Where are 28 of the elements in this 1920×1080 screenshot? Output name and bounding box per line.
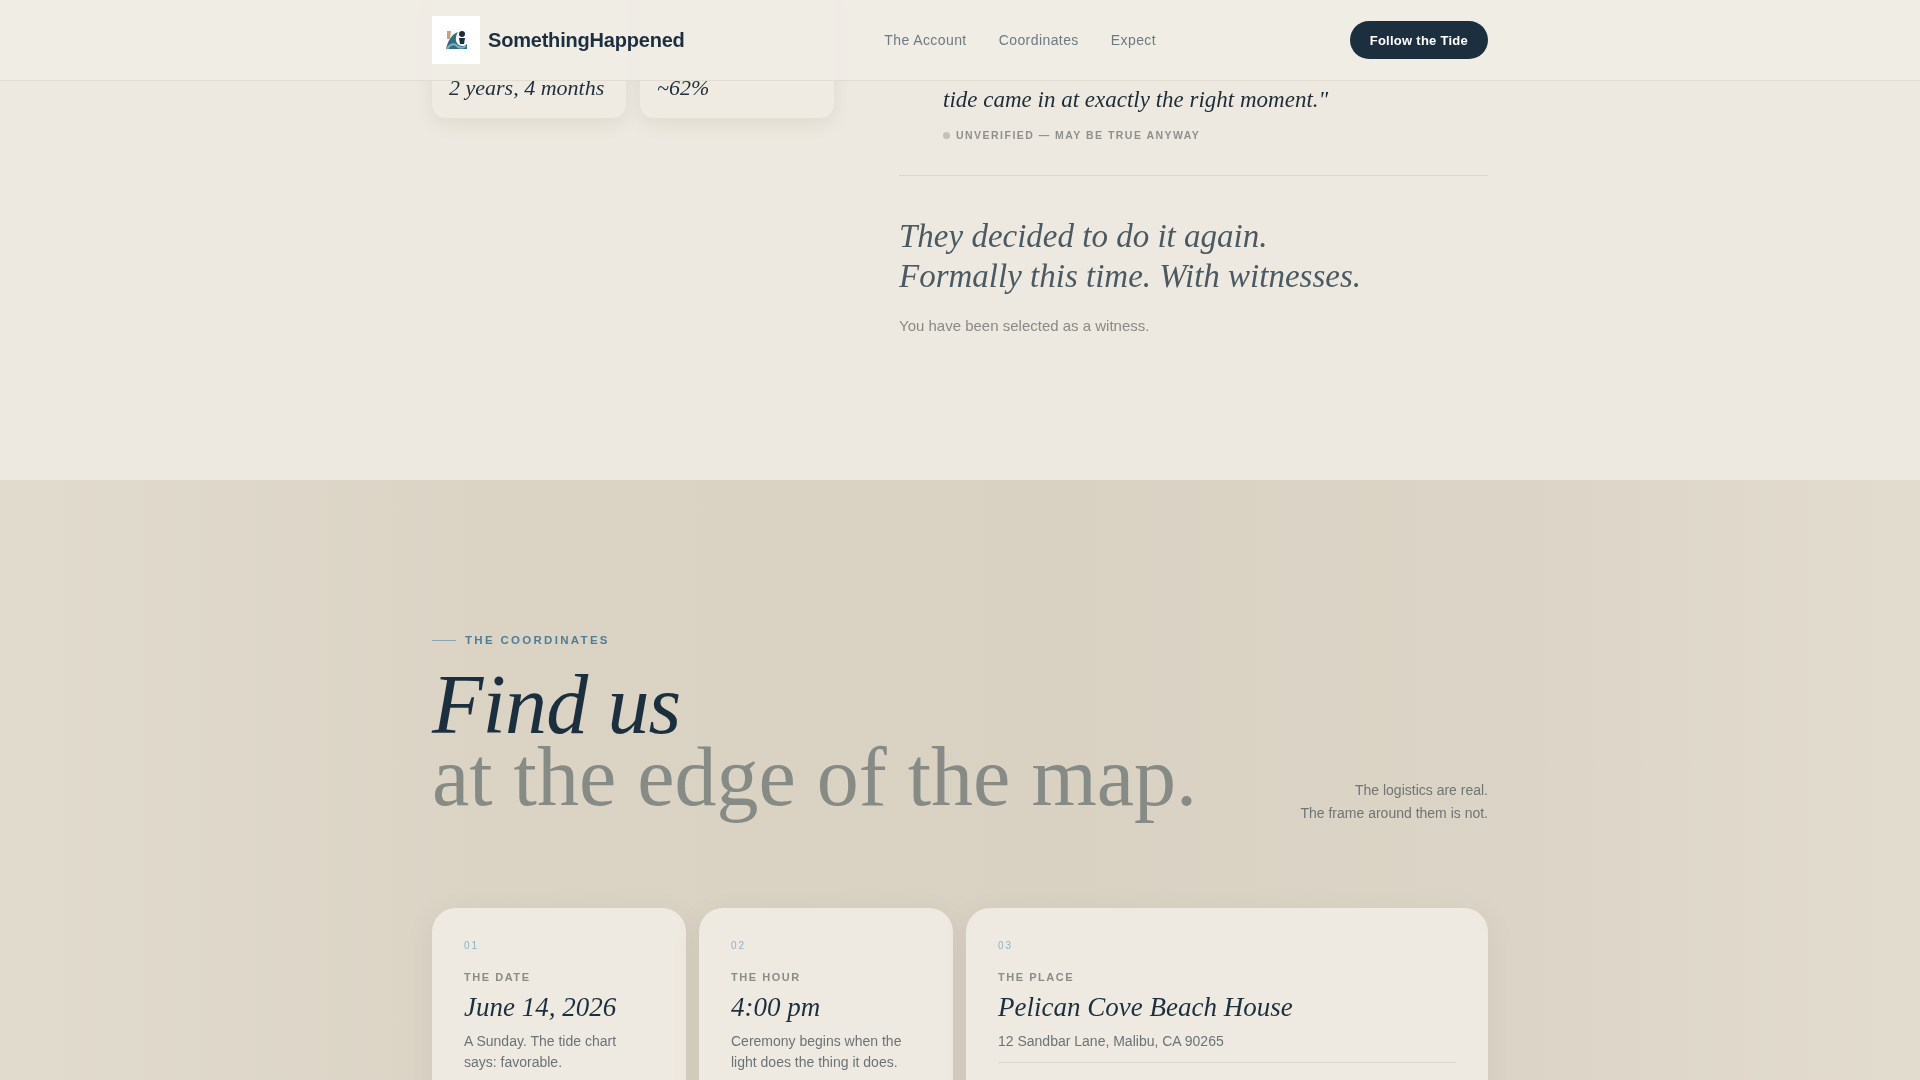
card-title: June 14, 2026	[464, 991, 618, 1023]
card-number: 02	[731, 940, 748, 952]
quote-text: tide came in at exactly the right moment."	[943, 86, 1330, 114]
card-number: 03	[998, 940, 1015, 952]
invitation-heading: They decided to do it again. Formally this time. With witnesses.	[899, 217, 1362, 296]
nav-link[interactable]: Coordinates	[998, 32, 1079, 48]
card-description: 12 Sandbar Lane, Malibu, CA 90265	[998, 1032, 1225, 1051]
card-label: THE DATE	[464, 971, 532, 983]
card-description: A Sunday. The tide chart says: favorable.	[464, 1032, 618, 1072]
follow-button[interactable]: Follow the Tide	[1349, 21, 1488, 59]
wave-logo-icon	[432, 16, 480, 64]
quote-note: UNVERIFIED — MAY BE TRUE ANYWAY	[956, 128, 1201, 142]
nav-link[interactable]: The Account	[884, 32, 967, 48]
section-title: Find us at the edge of the map.	[432, 663, 1199, 825]
section-aside: The logistics are real. The frame around them is not.	[1300, 781, 1488, 823]
card-label: THE HOUR	[731, 971, 802, 983]
stat-value: 2 years, 4 months	[449, 75, 605, 101]
dot-icon	[943, 131, 950, 139]
card-label: THE PLACE	[998, 971, 1076, 983]
section-eyebrow: THE COORDINATES	[465, 633, 610, 647]
brand-name: SomethingHappened	[488, 28, 685, 52]
card-title: 4:00 pm	[731, 991, 822, 1023]
invitation-subtext: You have been selected as a witness.	[899, 316, 1151, 336]
card-title: Pelican Cove Beach House	[998, 991, 1294, 1023]
nav-link[interactable]: Expect	[1110, 32, 1157, 48]
card-description: Ceremony begins when the light does the thing it does.	[731, 1032, 903, 1072]
card-number: 01	[464, 940, 481, 952]
stat-value: ~62%	[657, 75, 710, 101]
